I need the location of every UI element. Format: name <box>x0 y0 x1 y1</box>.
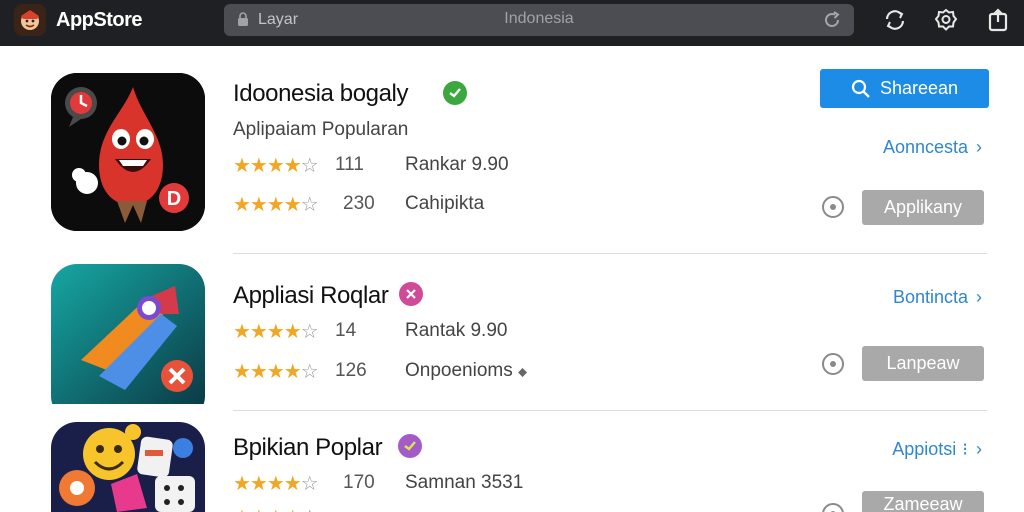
app-link[interactable]: Bontincta › <box>893 287 982 308</box>
chevron-right-icon: › <box>976 439 982 459</box>
app-link-label: Aonncesta <box>882 137 968 157</box>
link-icon <box>399 282 423 306</box>
star-rating: ★★★★☆ <box>233 155 319 177</box>
sync-icon[interactable] <box>881 6 909 34</box>
app-icon[interactable] <box>51 264 205 422</box>
star-rating: ★★★★☆ <box>233 361 319 383</box>
verified-icon <box>398 434 422 458</box>
rank-text: Rantak 9.90 <box>405 320 508 341</box>
category-label: Onpoenioms <box>405 360 513 381</box>
svg-text:D: D <box>167 188 181 210</box>
search-icon <box>851 79 870 98</box>
app-icon[interactable]: D <box>51 73 205 231</box>
rank-text: Samnan 3531 <box>405 472 524 493</box>
rating-count: 14 <box>335 320 357 341</box>
star-rating: ★★★★☆ <box>233 505 318 512</box>
app-title[interactable]: Appliasi Roqlar <box>233 282 389 310</box>
chevron-right-icon: › <box>976 287 982 307</box>
app-icon[interactable] <box>51 422 205 512</box>
divider <box>233 253 987 254</box>
share-button[interactable]: Shareean <box>820 69 989 108</box>
app-action-button[interactable]: Lanpeaw <box>862 346 984 381</box>
settings-icon[interactable] <box>932 6 960 34</box>
app-title[interactable]: Bpikian Poplar <box>233 434 383 462</box>
app-name: AppStore <box>56 8 143 31</box>
app-action-button[interactable]: Zameeaw <box>862 491 984 512</box>
app-link-label: Appiotsi <box>892 439 957 459</box>
radio-icon[interactable] <box>822 353 844 375</box>
rating-count: 170 <box>343 472 375 493</box>
star-rating: ★★★★☆ <box>233 473 319 495</box>
category-text: Onpoenioms ⬥ <box>405 360 527 382</box>
chevron-right-icon: › <box>976 137 982 157</box>
star-rating: ★★★★☆ <box>233 321 319 343</box>
app-title[interactable]: Idoonesia bogaly <box>233 80 408 108</box>
lock-icon <box>237 12 249 32</box>
app-link[interactable]: Appiotsi ⁝ › <box>892 439 982 460</box>
info-icon: ⁝ <box>962 439 968 459</box>
reload-icon[interactable] <box>822 10 842 35</box>
divider <box>233 410 987 411</box>
top-bar: AppStore Indonesia <box>0 0 1024 46</box>
rating-count: 126 <box>335 360 367 381</box>
rating-count: 230 <box>343 193 375 214</box>
rank-text: Rankar 9.90 <box>405 154 509 175</box>
verified-icon <box>443 81 467 105</box>
rating-count: 111 <box>335 154 364 175</box>
app-link[interactable]: Aonncesta › <box>883 137 982 158</box>
search-input[interactable] <box>258 8 408 32</box>
brand[interactable]: AppStore <box>14 2 143 38</box>
star-rating: ★★★★☆ <box>233 194 319 216</box>
app-store-logo-icon <box>14 4 46 36</box>
app-action-button[interactable]: Applikany <box>862 190 984 225</box>
app-subtitle: Aplipaiam Popularan <box>233 119 409 140</box>
radio-icon[interactable] <box>822 196 844 218</box>
address-bar[interactable]: Indonesia <box>224 4 854 36</box>
radio-icon[interactable] <box>822 503 844 512</box>
share-button-label: Shareean <box>879 78 959 98</box>
app-link-label: Bontincta <box>892 287 968 307</box>
share-icon[interactable] <box>984 6 1012 34</box>
chevron-down-icon: ⬥ <box>518 364 528 379</box>
category-text: Cahipikta <box>405 193 485 214</box>
